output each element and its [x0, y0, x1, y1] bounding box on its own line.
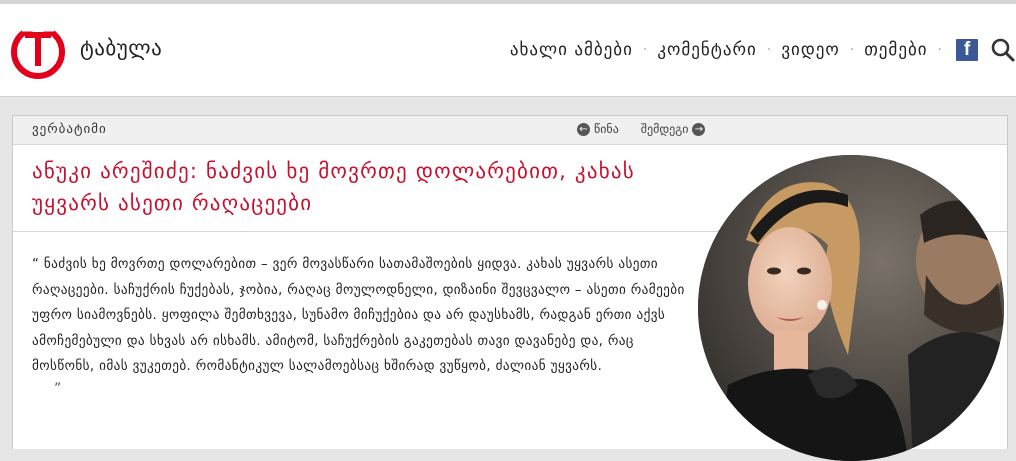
nav-separator: ·: [937, 42, 942, 58]
section-label[interactable]: ვერბატიმი: [32, 122, 107, 137]
quote-text: ნაძვის ხე მოვრთე დოლარებით – ვერ მოვასწა…: [32, 257, 685, 374]
prev-link[interactable]: წინა: [594, 122, 619, 136]
site-header: ტაბულა ახალი ამბები · კომენტარი · ვიდეო …: [0, 4, 1016, 97]
section-bar: ვერბატიმი ← წინა შემდეგი →: [13, 116, 1007, 145]
pager: ← წინა შემდეგი →: [577, 122, 706, 136]
quote-close-mark: ”: [54, 380, 62, 397]
portrait-illustration: [698, 155, 1004, 461]
nav-commentary[interactable]: კომენტარი: [657, 40, 757, 60]
search-icon[interactable]: [990, 37, 1016, 63]
facebook-icon[interactable]: f: [956, 39, 978, 61]
nav-news[interactable]: ახალი ამბები: [510, 40, 633, 60]
main-nav: ახალი ამბები · კომენტარი · ვიდეო · თემებ…: [510, 32, 1016, 68]
next-link[interactable]: შემდეგი: [641, 122, 689, 136]
article-quote: “ ნაძვის ხე მოვრთე დოლარებით – ვერ მოვას…: [32, 252, 688, 380]
nav-separator: ·: [849, 42, 855, 58]
article-title[interactable]: ანუკი არეშიძე: ნაძვის ხე მოვრთე დოლარები…: [32, 155, 682, 219]
nav-topics[interactable]: თემები: [864, 40, 927, 60]
tabula-logo[interactable]: [8, 22, 68, 82]
brand-name[interactable]: ტაბულა: [80, 36, 162, 60]
nav-separator: ·: [642, 42, 648, 58]
quote-open-mark: “: [32, 257, 40, 272]
arrow-right-icon[interactable]: →: [692, 122, 706, 136]
arrow-left-icon[interactable]: ←: [577, 122, 590, 136]
nav-separator: ·: [766, 42, 772, 58]
article-photo[interactable]: [698, 155, 1004, 461]
nav-video[interactable]: ვიდეო: [781, 40, 839, 60]
quote-box: “ ნაძვის ხე მოვრთე დოლარებით – ვერ მოვას…: [32, 252, 688, 398]
